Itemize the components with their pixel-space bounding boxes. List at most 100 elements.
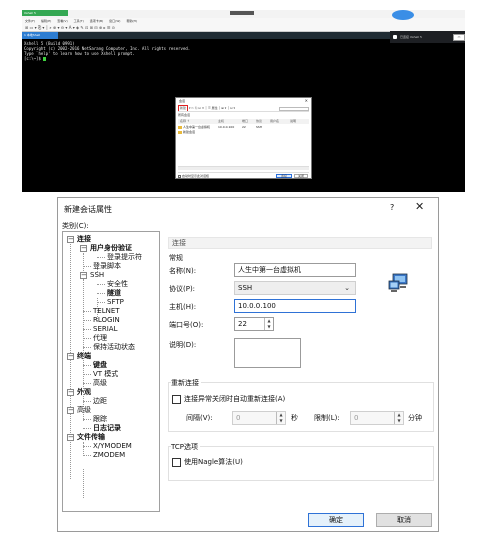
tcp-options-group-label: TCP选项	[171, 442, 200, 452]
interval-stepper[interactable]: ▲ ▼	[276, 412, 285, 424]
tree-item-proxy[interactable]: 代理	[93, 334, 107, 343]
horizontal-scrollbar[interactable]	[178, 166, 309, 170]
tree-item-terminal-advanced[interactable]: 高级	[93, 379, 107, 388]
tree-connector	[83, 455, 91, 456]
menu-window[interactable]: 窗口(W)	[109, 19, 120, 23]
sessions-section-label: 所有会话	[178, 113, 191, 117]
menu-tools[interactable]: 工具(T)	[74, 19, 84, 23]
session-name: 新建会话	[183, 130, 196, 134]
category-tree[interactable]: − 连接 − 用户身份验证 登录提示符 登录脚本 − SSH 安全性 隧道 SF…	[62, 231, 160, 512]
menu-edit[interactable]: 编辑(E)	[41, 19, 51, 23]
cancel-button[interactable]: 取消	[376, 513, 432, 527]
nagle-label: 使用Nagle算法(U)	[184, 458, 243, 466]
tree-item-keepalive[interactable]: 保持活动状态	[93, 343, 135, 352]
expander-icon[interactable]: −	[67, 389, 74, 396]
expander-icon[interactable]: −	[80, 245, 87, 252]
sessions-search-input[interactable]	[279, 107, 309, 111]
tree-item-serial[interactable]: SERIAL	[93, 325, 117, 334]
tree-item-keyboard[interactable]: 键盘	[93, 361, 107, 370]
expander-icon[interactable]: −	[67, 236, 74, 243]
new-session-button[interactable]: 新建	[178, 105, 189, 111]
tree-item-terminal[interactable]: 终端	[77, 352, 91, 361]
help-icon[interactable]: ?	[390, 203, 394, 212]
tree-connector	[97, 257, 105, 258]
interval-field[interactable]: 0 ▲ ▼	[232, 411, 286, 425]
interval-label: 间隔(V):	[186, 414, 213, 422]
tab-local-shell[interactable]: 1 本地Shell	[22, 32, 58, 39]
sessions-footer: 启动时显示此对话框 连接 关闭	[178, 172, 309, 178]
notification-text: 已连接 Xshell 5	[400, 35, 422, 39]
tree-item-auth[interactable]: 用户身份验证	[90, 244, 132, 253]
tree-item-telnet[interactable]: TELNET	[93, 307, 120, 316]
ok-button[interactable]: 确定	[308, 513, 364, 527]
menu-tab[interactable]: 选项卡(B)	[90, 19, 103, 23]
col-name[interactable]: 名称 ↑	[180, 119, 189, 124]
tree-connector	[83, 329, 91, 330]
overlay-small-button[interactable]: ▭	[453, 34, 465, 41]
auto-reconnect-label: 连接异常关闭时自动重新连接(A)	[184, 395, 286, 403]
close-button[interactable]: 关闭	[294, 174, 308, 178]
tree-item-margin[interactable]: 边距	[93, 397, 107, 406]
port-value: 22	[238, 320, 247, 328]
tree-item-logging[interactable]: 日志记录	[93, 424, 121, 433]
menu-file[interactable]: 文件(F)	[25, 19, 35, 23]
menu-help[interactable]: 帮助(H)	[126, 19, 137, 23]
limit-stepper[interactable]: ▲ ▼	[394, 412, 403, 424]
col-protocol[interactable]: 协议	[256, 119, 262, 124]
tree-item-advanced[interactable]: 高级	[77, 406, 91, 415]
protocol-select[interactable]: SSH ⌄	[234, 281, 356, 295]
limit-field[interactable]: 0 ▲ ▼	[350, 411, 404, 425]
menu-view[interactable]: 查看(V)	[57, 19, 67, 23]
col-desc[interactable]: 说明	[290, 119, 296, 124]
connect-button[interactable]: 连接	[276, 174, 292, 178]
host-field[interactable]: 10.0.0.100	[234, 299, 356, 313]
tree-item-appearance[interactable]: 外观	[77, 388, 91, 397]
folder-icon	[178, 130, 182, 134]
tree-item-vt-mode[interactable]: VT 模式	[93, 370, 118, 379]
tree-connector	[83, 311, 91, 312]
expander-icon[interactable]: −	[67, 353, 74, 360]
tree-item-login-script[interactable]: 登录脚本	[93, 262, 121, 271]
description-field[interactable]	[234, 338, 301, 368]
port-stepper[interactable]: ▲ ▼	[264, 318, 273, 330]
tree-connector	[83, 338, 91, 339]
spin-down-icon[interactable]: ▼	[265, 324, 273, 330]
tree-item-xymodem[interactable]: X/YMODEM	[93, 442, 132, 451]
xshell-app-title: Xshell 5	[22, 10, 68, 16]
name-field[interactable]: 人生中第一台虚拟机	[234, 263, 356, 277]
col-user[interactable]: 用户名	[270, 119, 279, 124]
spin-down-icon[interactable]: ▼	[395, 418, 403, 424]
expander-icon[interactable]: −	[67, 434, 74, 441]
auto-reconnect-checkbox[interactable]	[172, 395, 181, 404]
expander-icon[interactable]: −	[80, 272, 87, 279]
tree-item-security[interactable]: 安全性	[107, 280, 128, 289]
tree-connector	[83, 442, 84, 454]
tree-item-trace[interactable]: 跟踪	[93, 415, 107, 424]
tree-item-login-prompt[interactable]: 登录提示符	[107, 253, 142, 262]
tree-connector	[97, 302, 105, 303]
port-field[interactable]: 22 ▲ ▼	[234, 317, 274, 331]
tree-item-rlogin[interactable]: RLOGIN	[93, 316, 120, 325]
tree-item-ssh[interactable]: SSH	[90, 271, 104, 280]
tree-connector	[83, 419, 91, 420]
terminal-output[interactable]: Xshell 5 (Build 0991) Copyright (c) 2002-…	[24, 41, 324, 61]
sessions-dialog-title: 会话	[179, 99, 186, 103]
table-row[interactable]: 新建会话	[178, 130, 309, 135]
expander-icon[interactable]: −	[67, 407, 74, 414]
spin-down-icon[interactable]: ▼	[277, 418, 285, 424]
sessions-toolbar-icons[interactable]: ▾ ✂ ⎘ ⊡ ✕ │ ☰ 属性 │ ⊞ ▾ │ ⊡ ▾	[188, 106, 235, 110]
tree-item-connect[interactable]: 连接	[77, 235, 91, 244]
col-port[interactable]: 端口	[242, 119, 248, 124]
close-icon[interactable]: ✕	[415, 201, 424, 213]
nagle-checkbox[interactable]	[172, 458, 181, 467]
category-label: 类别(C):	[62, 222, 89, 230]
tree-item-sftp[interactable]: SFTP	[107, 298, 124, 307]
close-icon[interactable]: ✕	[305, 98, 308, 104]
tree-item-file-transfer[interactable]: 文件传输	[77, 433, 105, 442]
col-host[interactable]: 主机	[218, 119, 224, 124]
tree-item-zmodem[interactable]: ZMODEM	[93, 451, 125, 460]
tree-item-tunnel[interactable]: 隧道	[107, 289, 121, 298]
seconds-label: 秒	[291, 414, 298, 422]
startup-checkbox[interactable]	[178, 174, 181, 178]
chevron-down-icon: ⌄	[344, 284, 350, 292]
